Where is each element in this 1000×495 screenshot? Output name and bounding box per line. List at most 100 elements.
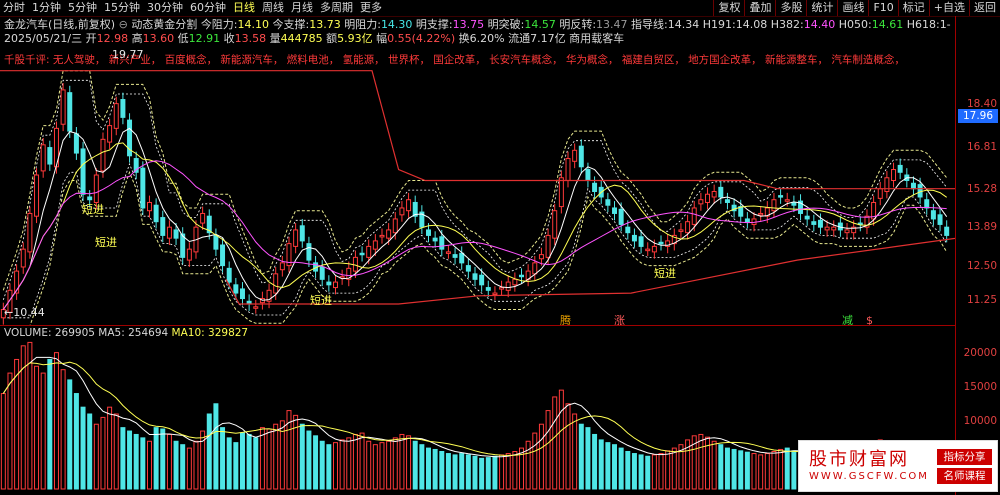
- candle-body: [784, 199, 790, 202]
- volume-bar: [764, 453, 770, 490]
- toolbar-button[interactable]: 叠加: [744, 0, 775, 16]
- period-tab[interactable]: 更多: [357, 0, 386, 16]
- volume-bar: [259, 427, 265, 490]
- toolbar-button[interactable]: 标记: [897, 0, 929, 16]
- volume-bar: [578, 423, 584, 490]
- candle-body: [811, 221, 817, 225]
- candle-body: [465, 265, 471, 272]
- candle-body: [445, 251, 451, 254]
- indicator-value: 14.34: [667, 18, 700, 31]
- candle-body: [87, 196, 93, 201]
- candle-body: [685, 221, 691, 234]
- toolbar-button[interactable]: 多股: [775, 0, 806, 16]
- volume-bar: [339, 439, 345, 490]
- volume-bar: [113, 413, 119, 490]
- volume-bar: [572, 413, 578, 490]
- candle-body: [153, 204, 159, 223]
- float-value: 7.17亿: [530, 32, 566, 45]
- candle-body: [572, 149, 578, 162]
- toolbar-button[interactable]: 返回: [969, 0, 1000, 16]
- indicator-label: 明支撑:: [412, 18, 453, 31]
- period-toolbar: 分时 1分钟 5分钟 15分钟 30分钟 60分钟 日线 周线 月线 多周期 更多 复权 叠加 多股 统计…: [0, 0, 1000, 17]
- candle-body: [386, 229, 392, 239]
- candle-body: [678, 229, 684, 232]
- kline-chart[interactable]: 19.77←10.44短进短进短进短进腾涨减 $: [0, 46, 955, 326]
- volume-bar: [213, 403, 219, 490]
- volume-bar: [698, 433, 704, 490]
- candle-body: [379, 234, 385, 238]
- candle-body: [512, 278, 518, 286]
- indicator-label: H191:: [699, 18, 736, 31]
- price-tick: 12.50: [966, 259, 997, 272]
- candle-body: [60, 89, 66, 125]
- period-tab[interactable]: 5分钟: [65, 0, 101, 16]
- candle-body: [80, 148, 86, 195]
- volume-bar: [724, 447, 730, 490]
- volume-bar: [100, 416, 106, 490]
- candle-body: [545, 234, 551, 258]
- volume-bar: [313, 435, 319, 490]
- period-tab[interactable]: 分时: [0, 0, 29, 16]
- volume-bar: [432, 448, 438, 490]
- stock-name[interactable]: 金龙汽车(日线,前复权): [4, 18, 115, 31]
- volume-bar: [293, 414, 299, 490]
- candle-body: [519, 274, 524, 278]
- volume-bar: [538, 423, 544, 490]
- close-label: 收: [223, 32, 235, 45]
- volume-bar: [419, 444, 425, 490]
- volume-bar: [651, 454, 657, 490]
- indicator-value: 14.30: [380, 18, 413, 31]
- low-label: 低: [177, 32, 189, 45]
- volume-bar: [612, 444, 618, 490]
- candle-body: [472, 273, 478, 280]
- current-price-marker: 17.96: [958, 108, 998, 123]
- toolbar-button[interactable]: F10: [868, 0, 897, 16]
- toolbar-button[interactable]: 统计: [806, 0, 837, 16]
- function-buttons: 复权 叠加 多股 统计 画线 F10 标记 +自选 返回: [713, 0, 1000, 16]
- period-tab[interactable]: 30分钟: [144, 0, 187, 16]
- candle-body: [744, 218, 750, 223]
- period-tab[interactable]: 月线: [288, 0, 317, 16]
- volume-bar: [731, 448, 737, 490]
- candle-body: [625, 226, 631, 234]
- ma10-label: MA10:: [171, 327, 205, 339]
- candle-body: [293, 229, 299, 247]
- period-tab[interactable]: 1分钟: [29, 0, 65, 16]
- volume-bar: [60, 369, 66, 490]
- volume-bar: [412, 440, 418, 490]
- toolbar-button[interactable]: 复权: [713, 0, 744, 16]
- indicator-name[interactable]: 动态黄金分割: [131, 18, 197, 31]
- volume-bar: [645, 455, 651, 490]
- volume-bar: [226, 437, 232, 490]
- volume-bar: [107, 406, 113, 490]
- candle-body: [565, 158, 571, 182]
- ma10-val: 329827: [208, 327, 249, 339]
- candle-body: [691, 207, 697, 225]
- price-tick: 13.89: [966, 221, 997, 234]
- toolbar-button[interactable]: +自选: [928, 0, 969, 16]
- short-in-label: 短进: [95, 235, 117, 249]
- volume-bar: [472, 455, 478, 490]
- volume-bar: [392, 437, 398, 490]
- candle-body: [612, 207, 618, 214]
- candle-body: [372, 240, 378, 250]
- toolbar-button[interactable]: 画线: [837, 0, 868, 16]
- period-tab[interactable]: 多周期: [317, 0, 357, 16]
- period-tab[interactable]: 周线: [259, 0, 288, 16]
- period-tab[interactable]: 15分钟: [101, 0, 144, 16]
- volume-val: 269905: [54, 327, 95, 339]
- period-tab[interactable]: 60分钟: [187, 0, 230, 16]
- candle-body: [771, 199, 777, 212]
- candle-body: [459, 252, 465, 264]
- period-tab[interactable]: 日线: [230, 0, 259, 16]
- category-label[interactable]: 商用载客车: [569, 32, 624, 45]
- candle-body: [452, 254, 458, 258]
- volume-bar: [665, 450, 671, 490]
- candle-body: [817, 219, 823, 228]
- indicator-toggle-icon[interactable]: ⊖: [119, 18, 128, 31]
- open-label: 开: [85, 32, 97, 45]
- volume-bar: [485, 457, 491, 490]
- candle-body: [897, 164, 903, 173]
- candle-body: [485, 287, 491, 291]
- candle-body: [910, 182, 916, 190]
